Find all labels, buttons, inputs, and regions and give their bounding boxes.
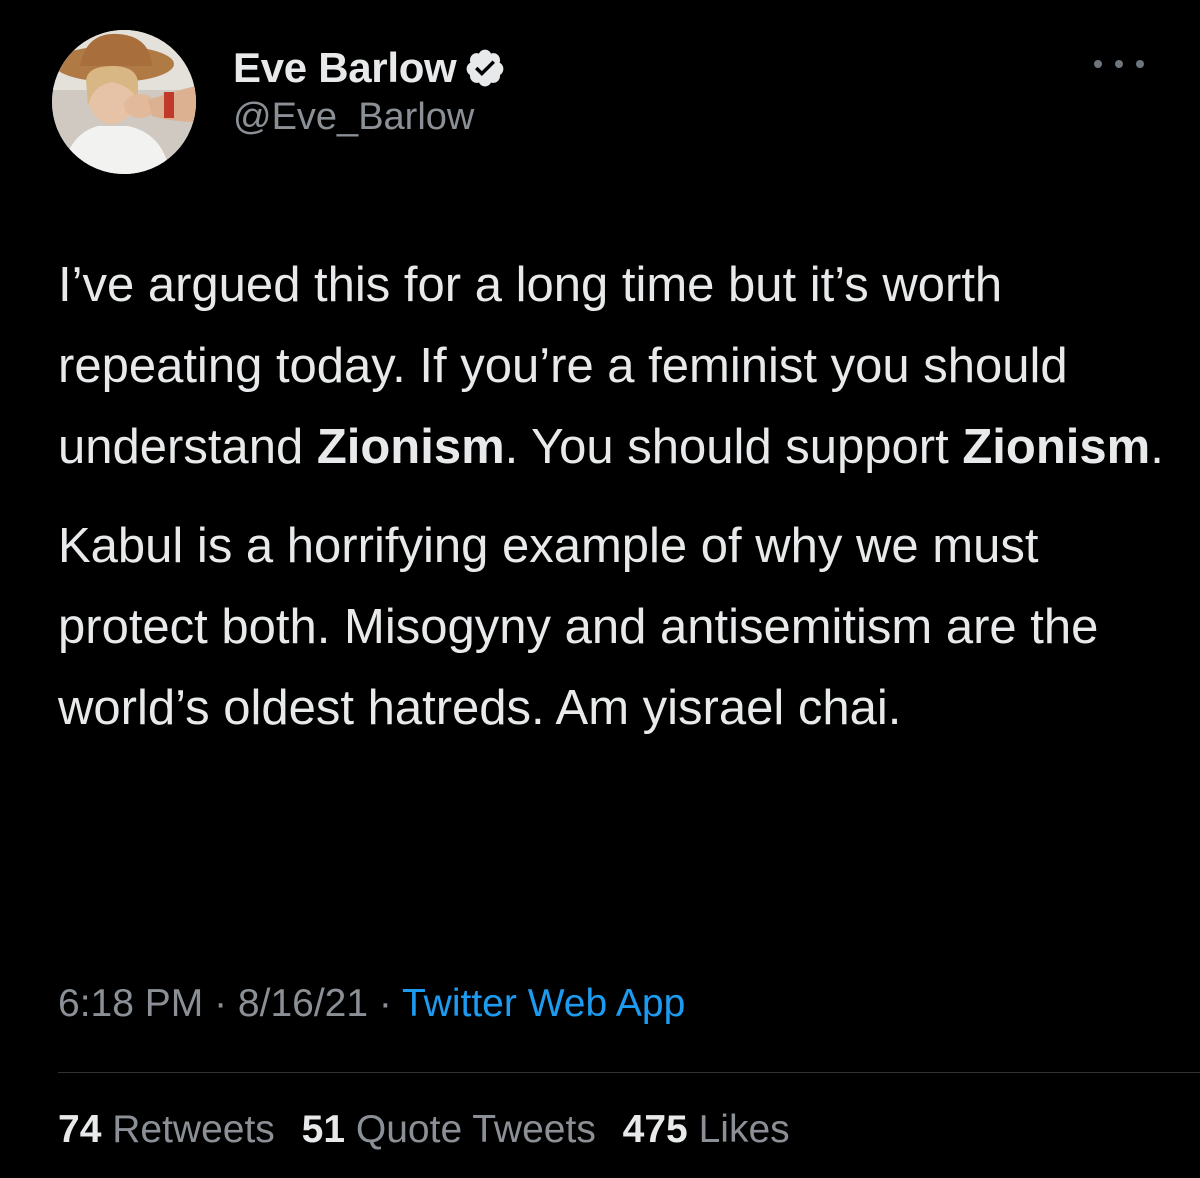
tweet-meta: 6:18 PM · 8/16/21 · Twitter Web App [58, 982, 685, 1026]
divider [58, 1072, 1200, 1073]
meta-separator: · [368, 982, 403, 1025]
tweet-source-link[interactable]: Twitter Web App [402, 982, 685, 1025]
quote-tweets-label: Quote Tweets [355, 1108, 596, 1151]
display-name[interactable]: Eve Barlow [233, 44, 457, 92]
tweet: Eve Barlow @Eve_Barlow I’ve argued this … [0, 0, 1200, 1178]
retweets-stat[interactable]: 74 Retweets [58, 1108, 275, 1151]
dot [1115, 60, 1123, 68]
verified-badge-icon [464, 47, 506, 89]
avatar[interactable] [52, 30, 196, 174]
likes-label: Likes [698, 1108, 790, 1151]
likes-stat[interactable]: 475 Likes [623, 1108, 790, 1151]
more-options-icon[interactable] [1094, 52, 1144, 76]
dot [1094, 60, 1102, 68]
bold-word: Zionism [316, 420, 505, 474]
tweet-date[interactable]: 8/16/21 [238, 982, 368, 1025]
retweets-label: Retweets [112, 1108, 275, 1151]
tweet-paragraph-2: Kabul is a horrifying example of why we … [58, 519, 1099, 735]
profile-photo-icon [52, 30, 196, 174]
tweet-time[interactable]: 6:18 PM [58, 982, 203, 1025]
dot [1136, 60, 1144, 68]
text-segment: . You should support [504, 420, 963, 474]
tweet-paragraph-1: I’ve argued this for a long time but it’… [58, 245, 1168, 488]
quote-tweets-count: 51 [301, 1108, 346, 1151]
quote-tweets-stat[interactable]: 51 Quote Tweets [302, 1108, 596, 1151]
likes-count: 475 [622, 1108, 688, 1151]
author-handle[interactable]: @Eve_Barlow [233, 96, 474, 139]
author-name-row[interactable]: Eve Barlow [233, 38, 506, 98]
engagement-stats: 74 Retweets 51 Quote Tweets 475 Likes [58, 1108, 806, 1152]
retweets-count: 74 [58, 1108, 102, 1151]
tweet-text: I’ve argued this for a long time but it’… [58, 245, 1168, 749]
meta-separator: · [203, 982, 238, 1025]
text-segment: . [1150, 420, 1164, 474]
bold-word: Zionism [962, 420, 1151, 474]
